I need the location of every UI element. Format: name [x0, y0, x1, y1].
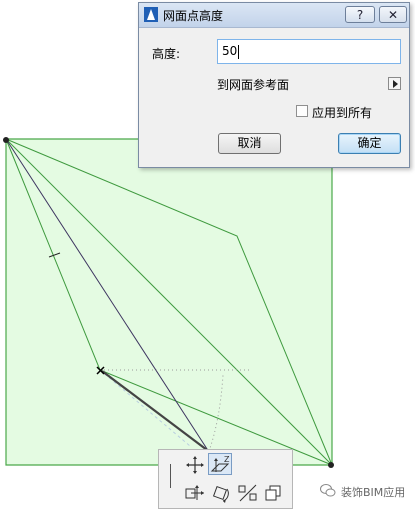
height-value: 50	[222, 44, 238, 58]
pet-palette-toolbar: Z	[158, 449, 293, 509]
offset-move-icon[interactable]	[183, 482, 207, 504]
mirror-icon[interactable]	[236, 482, 260, 504]
apply-all-checkbox[interactable]	[296, 105, 308, 117]
copy-icon[interactable]	[262, 482, 286, 504]
cancel-button[interactable]: 取消	[218, 133, 281, 154]
dialog-titlebar[interactable]: 网面点高度 ? ✕	[139, 3, 409, 28]
text-caret	[238, 44, 240, 59]
rotate-icon[interactable]	[209, 482, 233, 504]
reference-arrow-button[interactable]	[388, 77, 401, 90]
move-icon[interactable]	[183, 454, 207, 476]
apply-all-label[interactable]: 应用到所有	[312, 104, 372, 121]
toolbar-grip	[170, 464, 171, 488]
elevate-z-icon[interactable]: Z	[208, 453, 232, 475]
help-button[interactable]: ?	[345, 6, 375, 23]
mesh-vertex-bottom-right[interactable]	[328, 462, 334, 468]
dialog-title: 网面点高度	[163, 9, 224, 23]
app-icon	[144, 7, 158, 22]
mesh-point-height-dialog: 网面点高度 ? ✕ 高度: 50 到网面参考面 应用到所有 取消 确定	[138, 2, 410, 168]
height-label: 高度:	[152, 47, 181, 61]
height-input[interactable]: 50	[217, 39, 401, 64]
wechat-icon	[320, 484, 336, 497]
svg-text:Z: Z	[224, 455, 230, 464]
ok-button[interactable]: 确定	[338, 133, 401, 154]
mesh-vertex-top-left[interactable]	[3, 137, 9, 143]
watermark-text: 装饰BIM应用	[341, 486, 406, 499]
reference-surface-label: 到网面参考面	[217, 78, 290, 92]
close-button[interactable]: ✕	[379, 6, 407, 23]
